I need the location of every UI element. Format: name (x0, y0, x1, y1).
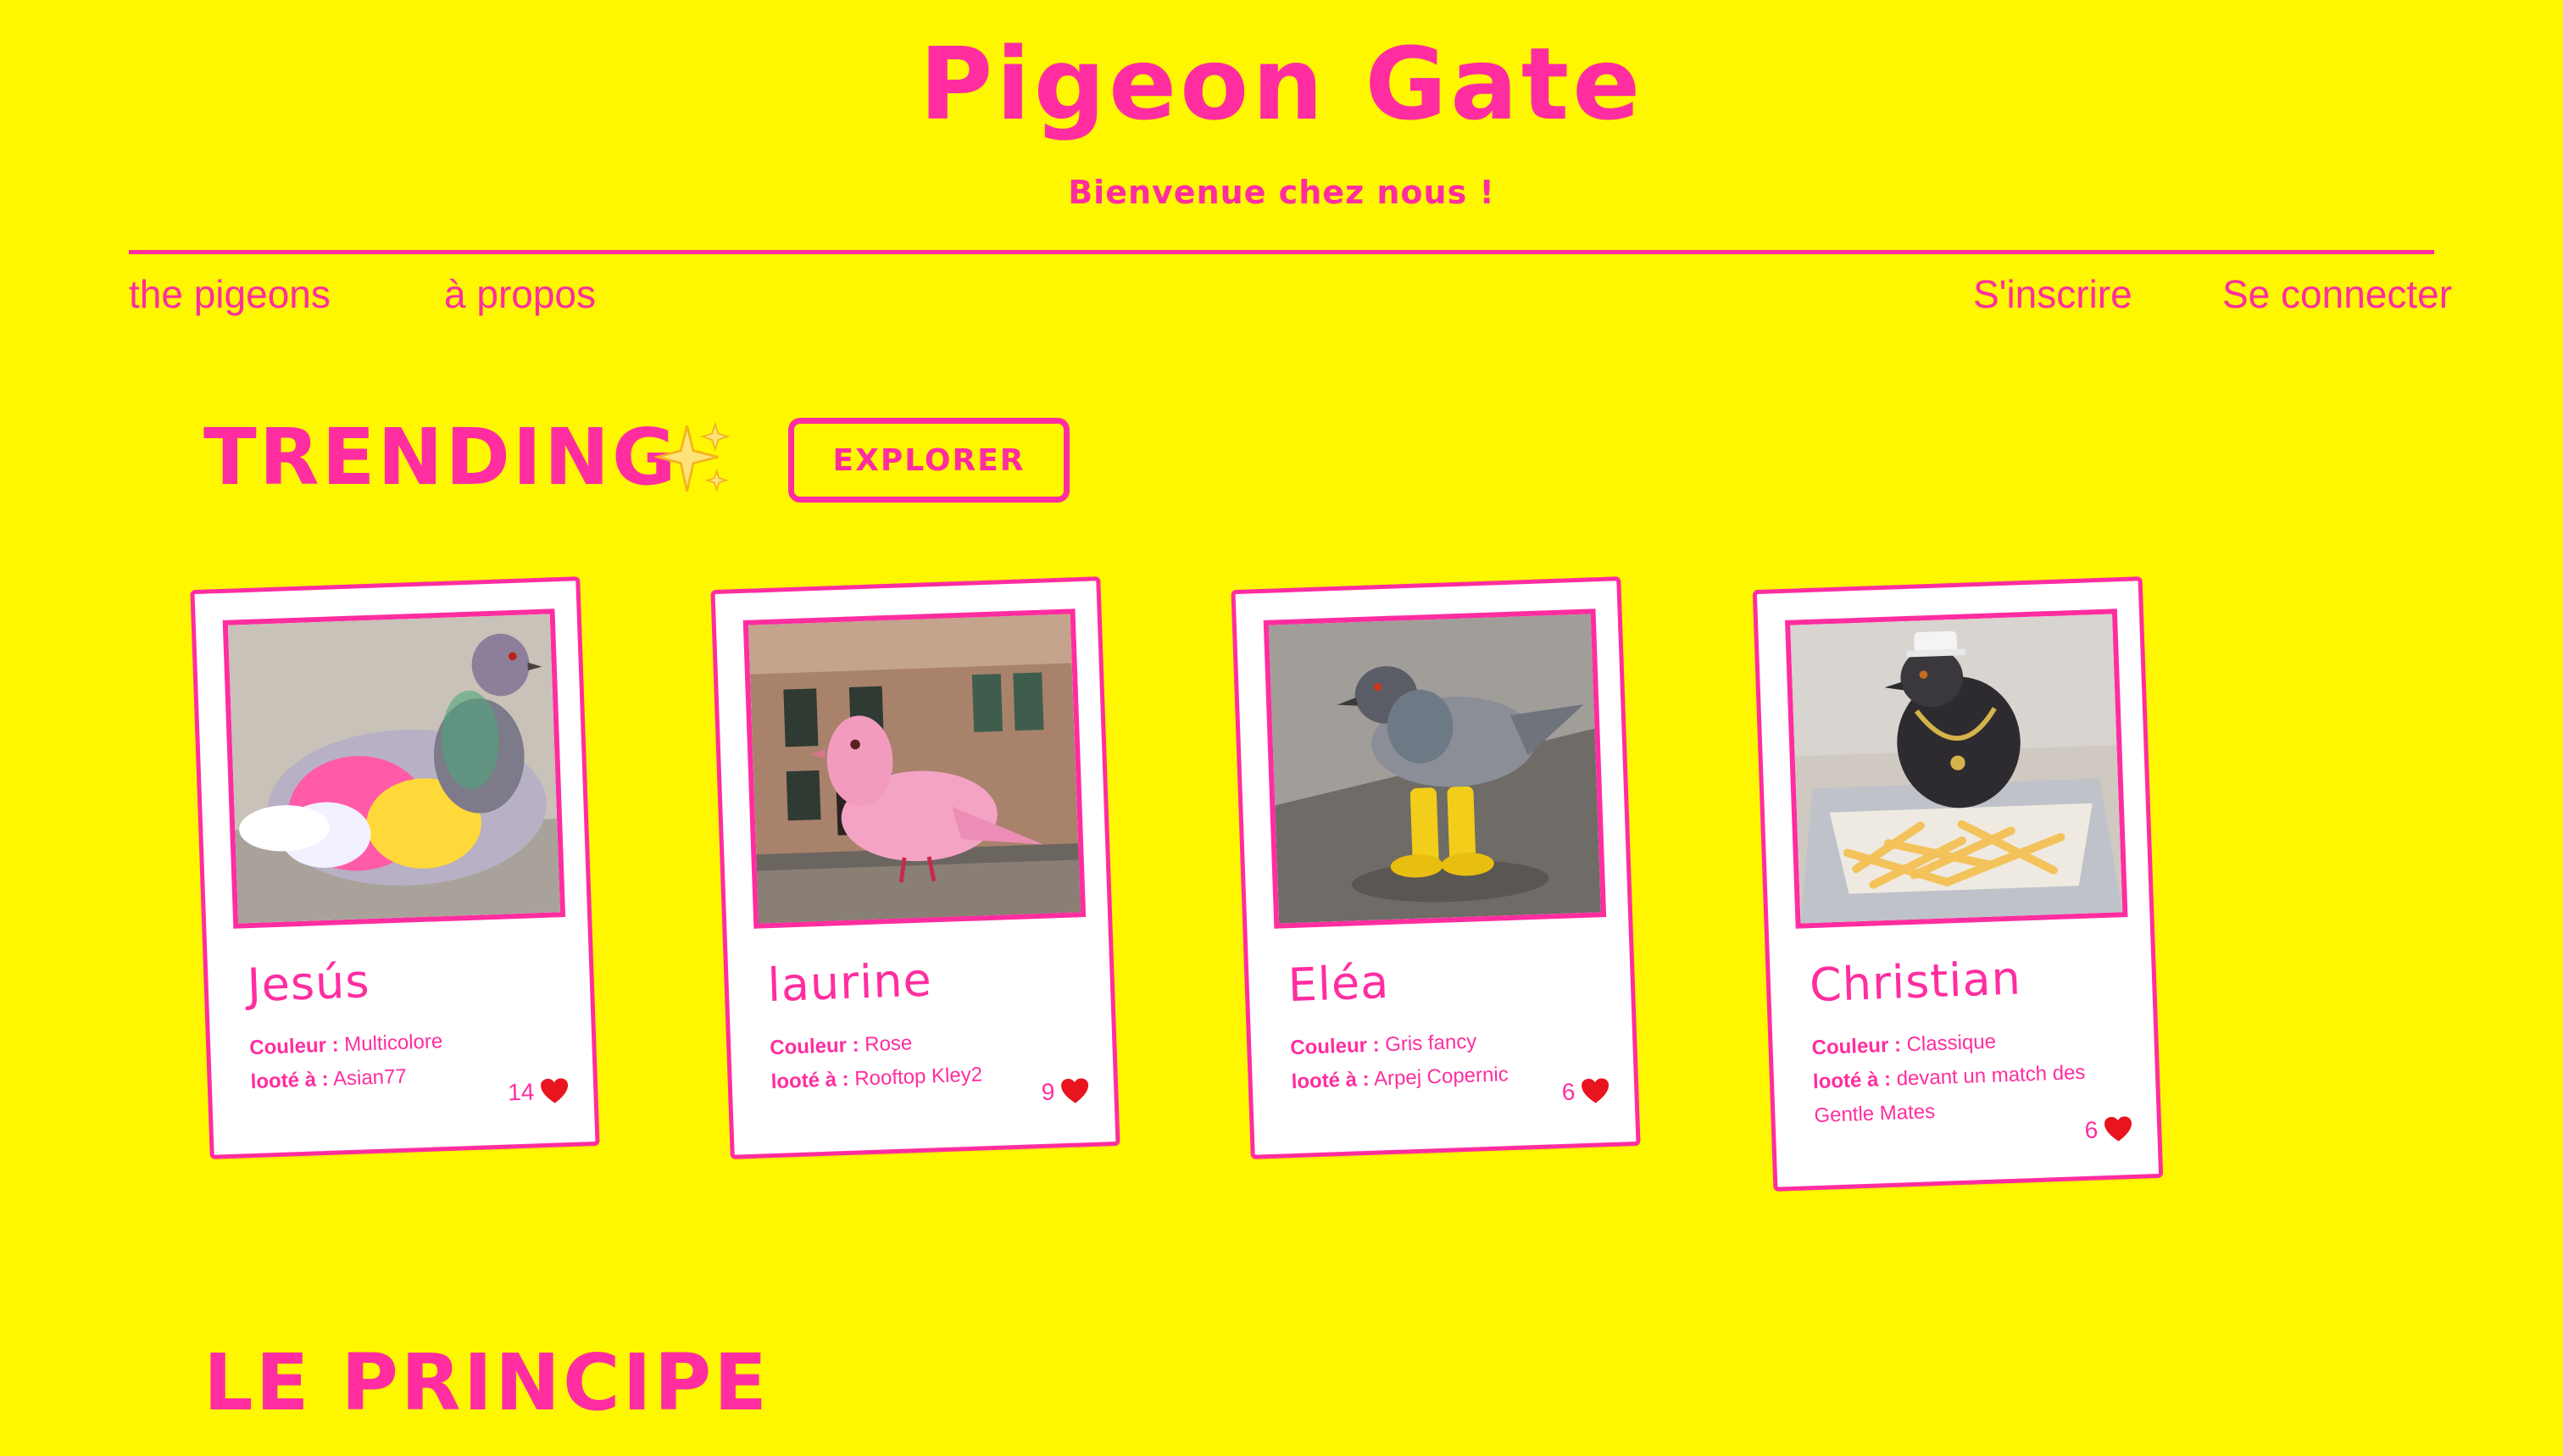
pigeon-name: laurine (766, 953, 933, 1013)
loot-value: Asian77 (332, 1064, 408, 1091)
pigeon-photo-elea (1263, 609, 1607, 929)
pigeon-card-elea[interactable]: Eléa Couleur : Gris fancy looté à : Arpe… (1231, 576, 1641, 1159)
pigeon-name: Jesús (246, 954, 371, 1013)
pigeon-name: Christian (1808, 951, 2022, 1013)
loot-label: looté à : (250, 1067, 330, 1094)
pigeon-name: Eléa (1287, 955, 1391, 1013)
color-value: Rose (864, 1031, 913, 1057)
tagline: Bienvenue chez nous ! (1068, 174, 1495, 211)
nav-link-se-connecter[interactable]: Se connecter (2222, 271, 2452, 317)
likes-count: 6 (1561, 1078, 1576, 1105)
color-value: Multicolore (343, 1030, 443, 1057)
color-label: Couleur : (1811, 1033, 1902, 1060)
likes-counter[interactable]: 14 (508, 1077, 569, 1106)
color-value: Classique (1906, 1030, 1997, 1057)
site-title: Pigeon Gate (919, 25, 1644, 142)
header-divider (129, 250, 2434, 254)
heart-icon (541, 1078, 569, 1103)
loot-value: Arpej Copernic (1373, 1063, 1509, 1091)
sparkles-icon (654, 421, 731, 492)
pigeon-card-christian[interactable]: Christian Couleur : Classique looté à : … (1752, 576, 2164, 1192)
pigeon-card-laurine[interactable]: laurine Couleur : Rose looté à : Rooftop… (710, 576, 1120, 1159)
likes-count: 9 (1041, 1078, 1055, 1105)
likes-counter[interactable]: 9 (1041, 1077, 1089, 1106)
explore-button[interactable]: EXPLORER (788, 418, 1070, 503)
loot-label: looté à : (1812, 1067, 1892, 1094)
color-label: Couleur : (769, 1033, 860, 1060)
heart-icon (1582, 1078, 1610, 1103)
color-value: Gris fancy (1384, 1030, 1477, 1057)
loot-label: looté à : (770, 1067, 850, 1094)
likes-counter[interactable]: 6 (2084, 1115, 2132, 1144)
pigeon-photo-jesus (222, 609, 566, 929)
nav-link-a-propos[interactable]: à propos (444, 271, 596, 317)
pigeon-card-jesus[interactable]: Jesús Couleur : Multicolore looté à : As… (190, 576, 600, 1159)
likes-counter[interactable]: 6 (1561, 1077, 1610, 1106)
heart-icon (2104, 1116, 2132, 1142)
color-label: Couleur : (1289, 1033, 1381, 1060)
principle-heading: LE PRINCIPE (203, 1337, 770, 1428)
loot-value: Rooftop Kley2 (853, 1063, 983, 1091)
color-label: Couleur : (248, 1033, 340, 1060)
heart-icon (1061, 1078, 1089, 1103)
loot-label: looté à : (1291, 1067, 1370, 1094)
nav-link-the-pigeons[interactable]: the pigeons (129, 271, 331, 317)
nav-link-sinscrire[interactable]: S'inscrire (1973, 271, 2132, 317)
trending-heading: TRENDING (203, 412, 679, 503)
likes-count: 14 (507, 1078, 535, 1106)
likes-count: 6 (2084, 1116, 2099, 1143)
pigeon-photo-laurine (742, 609, 1087, 929)
pigeon-photo-christian (1785, 609, 2128, 929)
